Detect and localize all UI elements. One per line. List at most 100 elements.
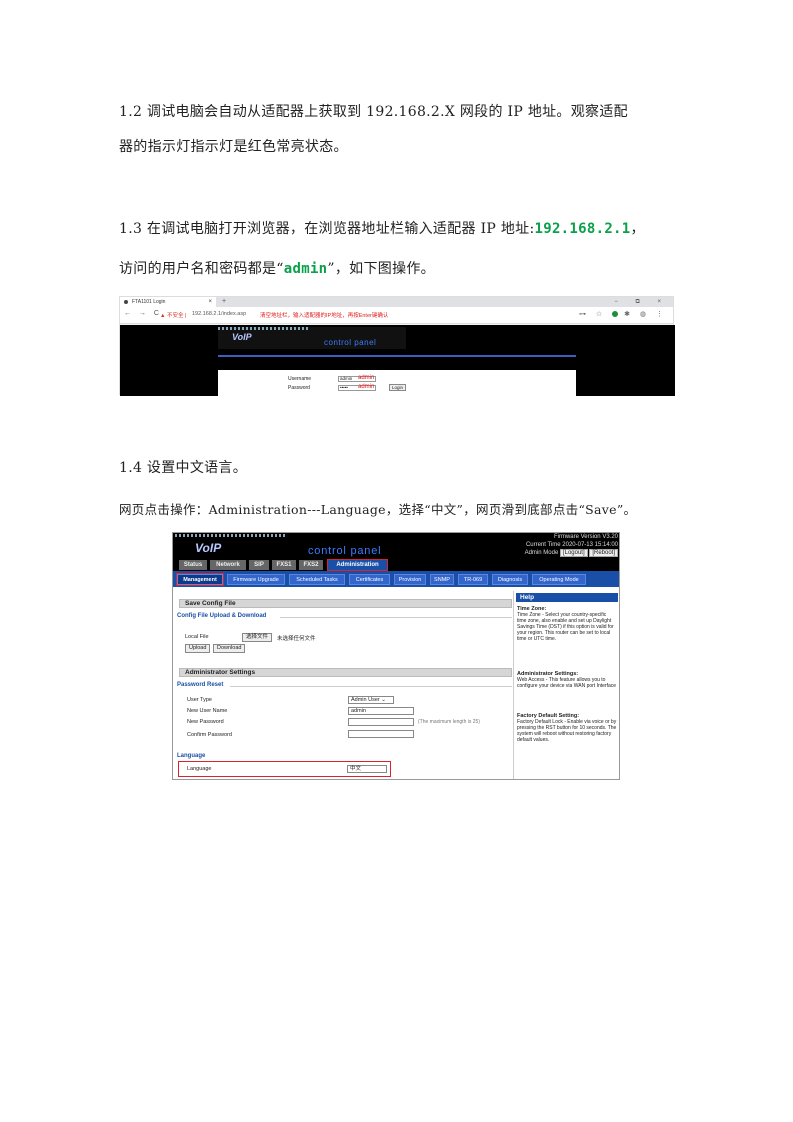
password-note: admin — [358, 384, 375, 390]
save-config-header: Save Config File — [179, 599, 512, 608]
subtab-tr069[interactable]: TR-069 — [458, 574, 488, 585]
login-screenshot: FTA1101 Login × + − ⧉ × ← → C ▲ 不安全 | 19… — [119, 296, 675, 396]
new-password-input[interactable] — [348, 718, 414, 726]
para-1-3-line2-a: 访问的用户名和密码都是“ — [119, 261, 284, 277]
language-select[interactable]: 中文 — [347, 765, 387, 773]
local-file-label: Local File — [185, 634, 209, 640]
config-upload-title: Config File Upload & Download — [177, 613, 267, 619]
tab-title: FTA1101 Login — [132, 299, 166, 305]
para-1-2-line1: 1.2 调试电脑会自动从适配器上获取到 192.168.2.X 网段的 IP 地… — [119, 104, 628, 120]
admin-screenshot: VoIP control panel Firmware Version V3.2… — [172, 532, 620, 780]
para-1-4-title: 1.4 设置中文语言。 — [119, 460, 248, 476]
choose-file-button[interactable]: 选择文件 — [242, 633, 273, 642]
admin-mode: Admin Mode — [524, 550, 559, 556]
tab-status[interactable]: Status — [179, 560, 207, 570]
banner-stripes — [175, 534, 285, 537]
voip-logo: VoIP — [232, 332, 252, 342]
tab-sip[interactable]: SIP — [249, 560, 269, 570]
help-header: Help — [516, 593, 618, 602]
tab-fxs1[interactable]: FXS1 — [272, 560, 296, 570]
password-label: Password — [288, 385, 310, 391]
username-label: Username — [288, 376, 312, 382]
control-panel-title: control panel — [324, 338, 377, 347]
no-file-text: 未选择任何文件 — [277, 636, 316, 642]
address-annotation: 清空地址栏，输入适配器的IP地址，再按Enter键确认 — [260, 313, 389, 319]
toolbar-icons[interactable]: ⊶ ☆ ✱ ◍ ⋮ — [579, 310, 667, 318]
profile-icon[interactable] — [612, 311, 619, 318]
para-1-2-line2: 器的指示灯指示灯是红色常亮状态。 — [119, 139, 348, 155]
login-form: Username Password admin ••••• admin admi… — [218, 370, 576, 396]
key-star-icons[interactable]: ⊶ ☆ — [579, 311, 606, 318]
user-type-label: User Type — [187, 697, 212, 703]
section-rule — [230, 686, 512, 687]
tab-administration[interactable]: Administration — [327, 559, 388, 571]
address-bar: ← → C ▲ 不安全 | 192.168.2.1/index.asp 清空地址… — [120, 307, 673, 324]
upload-button[interactable]: Upload — [185, 644, 211, 653]
subtab-certificates[interactable]: Certificates — [349, 574, 390, 585]
mode-row: Admin Mode [Logout] [Reboot] — [525, 549, 618, 558]
login-page: VoIP control panel Username Password adm… — [120, 325, 675, 396]
logout-button[interactable]: [Logout] — [559, 549, 588, 557]
help-admin: Administrator Settings: Web Access - Thi… — [517, 671, 617, 689]
favicon-icon — [124, 300, 128, 304]
sub-tabs: Management Firmware Upgrade Scheduled Ta… — [173, 571, 619, 587]
para-1-3-line2: 访问的用户名和密码都是“admin”，如下图操作。 — [119, 258, 679, 278]
para-1-3-line2-b: ”，如下图操作。 — [327, 261, 435, 277]
password-reset-title: Password Reset — [177, 682, 224, 688]
section-rule — [280, 617, 512, 618]
help-time-zone: Time Zone: Time Zone - Select your count… — [517, 606, 617, 642]
subtab-firmware-upgrade[interactable]: Firmware Upgrade — [227, 574, 285, 585]
download-button[interactable]: Download — [213, 644, 246, 653]
ip-address-highlight: 192.168.2.1 — [534, 221, 631, 237]
voip-logo: VoIP — [195, 541, 222, 555]
tab-close-icon[interactable]: × — [208, 297, 212, 307]
admin-highlight: admin — [283, 261, 328, 277]
subtab-management[interactable]: Management — [176, 573, 224, 586]
max-length-hint: (The maximum length is 25) — [418, 719, 480, 725]
login-button[interactable]: Login — [389, 384, 406, 391]
language-label: Language — [187, 766, 212, 772]
current-time: Current Time 2020-07-13 15:14:00 — [525, 541, 618, 548]
subtab-provision[interactable]: Provision — [394, 574, 426, 585]
subtab-diagnosis[interactable]: Diagnosis — [492, 574, 528, 585]
window-controls[interactable]: − ⧉ × — [614, 297, 669, 307]
user-type-select[interactable]: Admin User ⌄ — [348, 696, 394, 704]
browser-tab-bar: FTA1101 Login × + − ⧉ × — [120, 297, 673, 307]
nav-buttons[interactable]: ← → C — [124, 310, 162, 317]
panel-header: VoIP control panel Firmware Version V3.2… — [173, 533, 619, 558]
banner-stripes — [218, 327, 308, 330]
main-tabs: Status Network SIP FXS1 FXS2 Administrat… — [173, 558, 619, 571]
new-password-label: New Password — [187, 719, 224, 725]
new-tab-icon[interactable]: + — [222, 297, 226, 307]
control-panel-title: control panel — [308, 545, 382, 557]
new-user-name-input[interactable]: admin — [348, 707, 414, 715]
firmware-version: Firmware Version V3.20 — [553, 534, 618, 540]
main-content: Save Config File Config File Upload & Do… — [176, 591, 513, 779]
confirm-password-input[interactable] — [348, 730, 414, 738]
help-fd-body: Factory Default Lock - Enable via voice … — [517, 719, 617, 743]
header-divider — [218, 355, 576, 357]
firmware-info: Firmware Version V3.20 Current Time 2020… — [525, 534, 618, 558]
help-factory-default: Factory Default Setting: Factory Default… — [517, 713, 617, 743]
subtab-operating-mode[interactable]: Operating Mode — [532, 574, 586, 585]
extension-icons[interactable]: ✱ ◍ ⋮ — [624, 311, 667, 318]
url-input[interactable]: 192.168.2.1/index.asp — [192, 311, 246, 317]
insecure-badge[interactable]: ▲ 不安全 | — [160, 311, 186, 319]
help-tz-body: Time Zone - Select your country-specific… — [517, 612, 614, 642]
confirm-password-label: Confirm Password — [187, 732, 232, 738]
help-admin-body: Web Access - This feature allows you to … — [517, 677, 617, 689]
subtab-scheduled-tasks[interactable]: Scheduled Tasks — [289, 574, 345, 585]
browser-tab[interactable]: FTA1101 Login × — [120, 297, 216, 307]
language-highlight-box: Language 中文 — [178, 761, 391, 777]
new-user-name-label: New User Name — [187, 708, 228, 714]
para-1-3-text: 1.3 在调试电脑打开浏览器，在浏览器地址栏输入适配器 IP 地址: — [119, 221, 535, 237]
admin-settings-header: Administrator Settings — [179, 668, 512, 677]
para-1-3-line1: 1.3 在调试电脑打开浏览器，在浏览器地址栏输入适配器 IP 地址:192.16… — [119, 218, 679, 238]
username-note: admin — [358, 375, 375, 381]
reboot-button[interactable]: [Reboot] — [589, 549, 618, 557]
para-1-3-comma: ， — [630, 221, 645, 237]
tab-fxs2[interactable]: FXS2 — [299, 560, 323, 570]
help-panel: Help Time Zone: Time Zone - Select your … — [513, 591, 619, 779]
tab-network[interactable]: Network — [210, 560, 246, 570]
subtab-snmp[interactable]: SNMP — [430, 574, 454, 585]
